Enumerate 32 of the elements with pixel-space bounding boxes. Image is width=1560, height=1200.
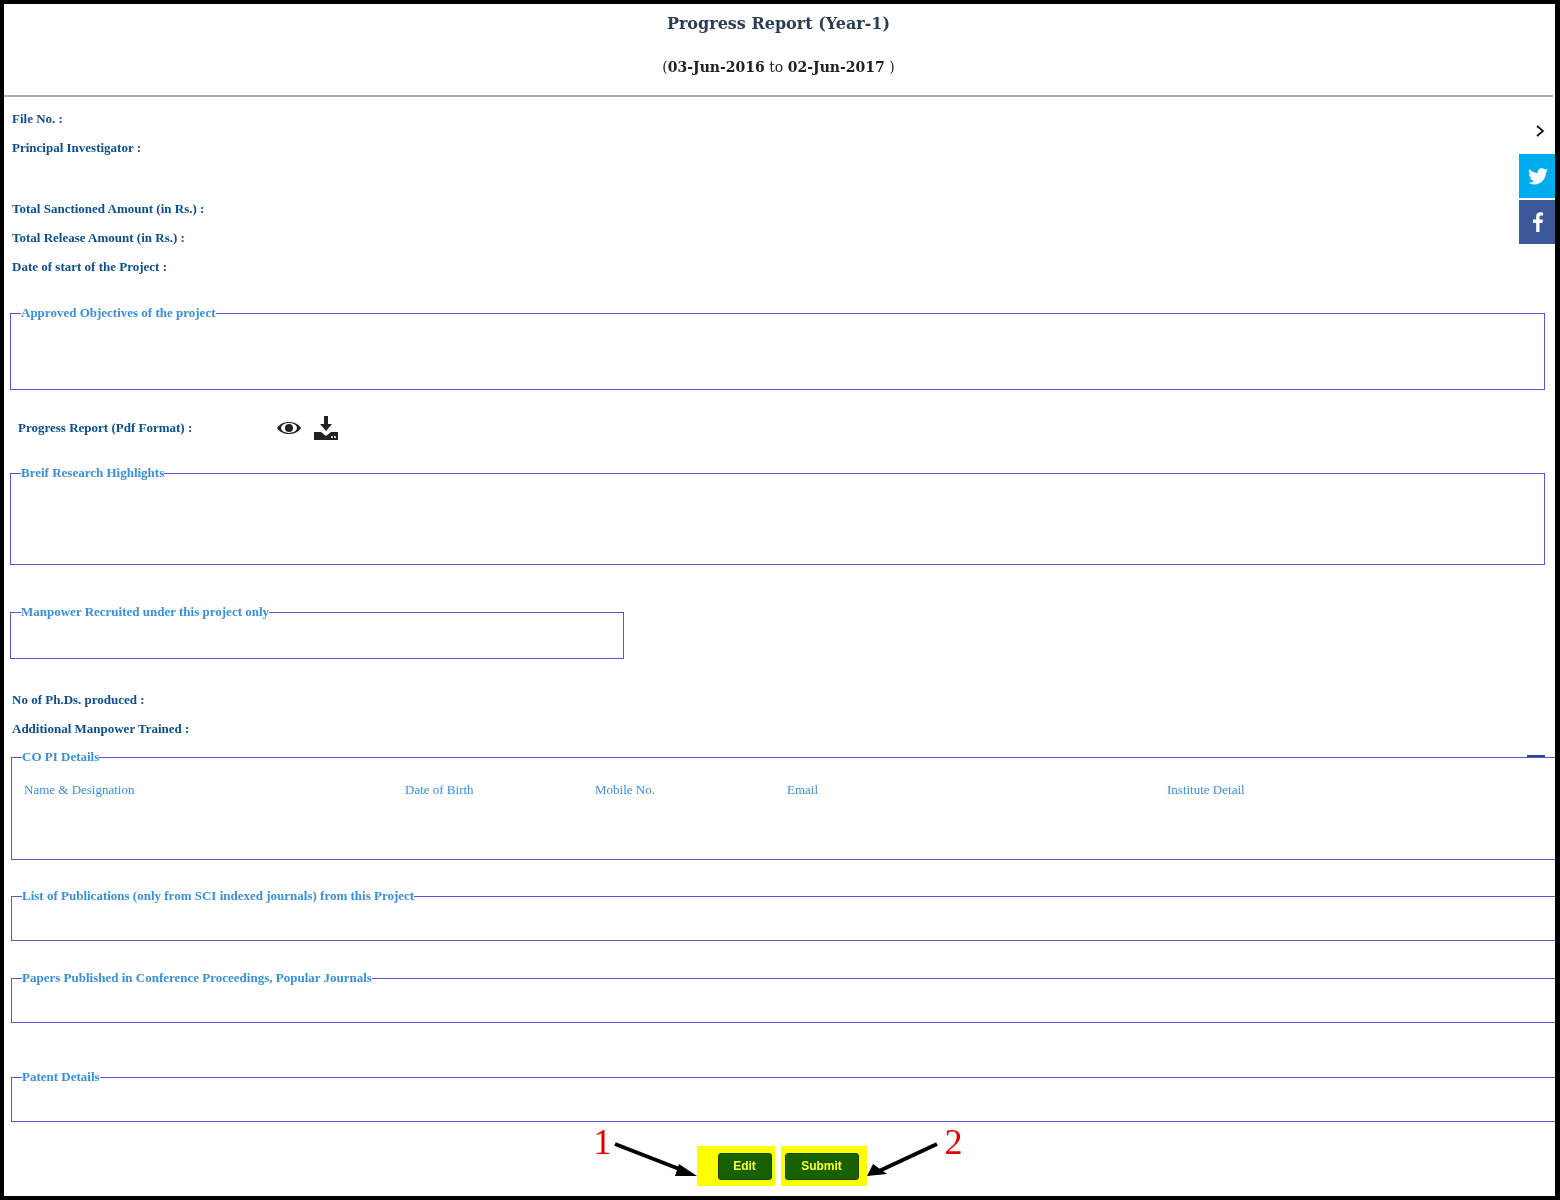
section-legend: Approved Objectives of the project — [21, 306, 216, 320]
bird-icon — [1527, 167, 1548, 185]
facebook-icon — [1532, 212, 1543, 232]
field-label: Total Sanctioned Amount (in Rs.) : — [12, 201, 205, 218]
field-label: Date of start of the Project : — [12, 259, 167, 276]
section-legend: Breif Research Highlights — [21, 466, 165, 480]
field-label: Progress Report (Pdf Format) : — [18, 420, 194, 436]
field-label: Principal Investigator : — [12, 140, 142, 157]
annotation-number: 1 — [593, 1126, 612, 1158]
download-icon[interactable] — [314, 416, 338, 440]
field-label: Total Release Amount (in Rs.) : — [12, 230, 185, 247]
report-period: (03-Jun-2016 to 02-Jun-2017 ) — [662, 59, 895, 75]
column-header: Mobile No. — [595, 782, 656, 798]
action-button[interactable]: Submit — [784, 1152, 859, 1180]
column-header: Name & Designation — [24, 782, 136, 798]
action-button[interactable]: Edit — [717, 1152, 772, 1180]
chevron-right-icon[interactable] — [1535, 124, 1545, 138]
eye-icon[interactable] — [276, 420, 302, 436]
column-header: Institute Detail — [1167, 782, 1245, 798]
column-header: Date of Birth — [405, 782, 475, 798]
section-legend: Manpower Recruited under this project only — [21, 605, 270, 619]
section-legend: Papers Published in Conference Proceedings, Popular Journals — [22, 971, 372, 985]
section-legend: Patent Details — [22, 1070, 100, 1084]
share-button[interactable] — [1519, 200, 1555, 244]
report-title: Progress Report (Year-1) — [666, 14, 891, 33]
field-label: Additional Manpower Trained : — [12, 721, 190, 738]
column-header: Email — [787, 782, 820, 798]
section-legend: CO PI Details — [22, 750, 100, 764]
field-label: File No. : — [12, 111, 63, 128]
annotation-number: 2 — [944, 1126, 963, 1158]
field-label: No of Ph.Ds. produced : — [12, 692, 145, 709]
section-legend: List of Publications (only from SCI indexed journals) from this Project — [22, 889, 415, 903]
